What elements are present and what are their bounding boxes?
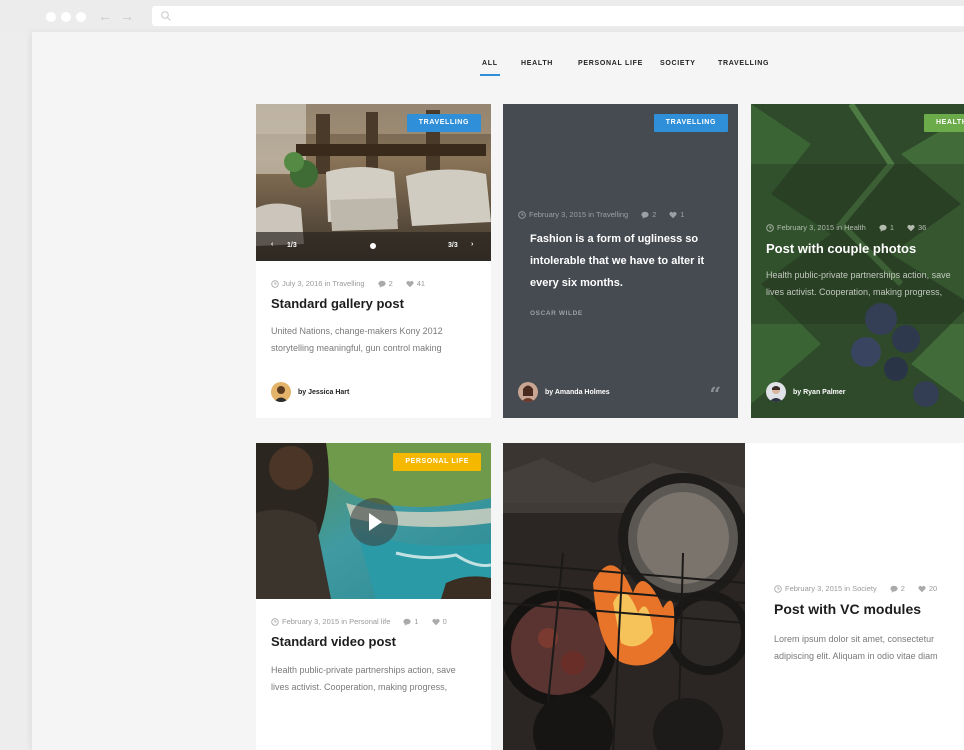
slider-counter-right: 3/3 bbox=[448, 242, 458, 249]
like-count[interactable]: 0 bbox=[443, 617, 447, 626]
post-title[interactable]: Post with VC modules bbox=[774, 601, 921, 617]
post-title[interactable]: Standard video post bbox=[271, 634, 396, 649]
post-meta: July 3, 2016 in Travelling 2 41 bbox=[271, 279, 425, 288]
browser-toolbar: ← → bbox=[0, 0, 964, 32]
post-background-image bbox=[751, 104, 964, 418]
post-meta: February 3, 2015 in Health 1 36 bbox=[766, 223, 926, 232]
gallery-post-card[interactable]: Travelling ‹ 1/3 3/3 › July 3, 2016 in T… bbox=[256, 104, 491, 418]
author-name: by Amanda Holmes bbox=[545, 388, 610, 396]
post-title[interactable]: Post with couple photos bbox=[766, 241, 916, 256]
comment-icon bbox=[403, 618, 412, 626]
video-post-card[interactable]: Personal life February 3, 2015 in Person… bbox=[256, 443, 491, 750]
post-date[interactable]: July 3, 2016 in Travelling bbox=[282, 279, 365, 288]
slider-prev-icon[interactable]: ‹ bbox=[271, 241, 273, 248]
play-icon[interactable] bbox=[350, 498, 398, 546]
slider-counter-left: 1/3 bbox=[287, 242, 297, 249]
quote-post-card[interactable]: Travelling February 3, 2015 in Travellin… bbox=[503, 104, 738, 418]
category-tag[interactable]: Travelling bbox=[653, 114, 728, 132]
avatar[interactable] bbox=[271, 382, 291, 402]
comment-count[interactable]: 2 bbox=[389, 279, 393, 288]
filter-personal-life[interactable]: Personal life bbox=[578, 60, 643, 67]
window-minimize-dot[interactable] bbox=[61, 12, 71, 22]
comment-count[interactable]: 1 bbox=[890, 223, 894, 232]
clock-icon bbox=[766, 223, 774, 232]
like-count[interactable]: 20 bbox=[929, 584, 937, 593]
category-filter-bar: All Health Personal life Society Travell… bbox=[32, 60, 964, 80]
category-tag[interactable]: Health bbox=[924, 114, 964, 132]
post-author[interactable]: by Amanda Holmes bbox=[518, 382, 610, 402]
avatar[interactable] bbox=[518, 382, 538, 402]
filter-all[interactable]: All bbox=[480, 60, 500, 76]
post-excerpt: Health public-private partnerships actio… bbox=[766, 270, 951, 297]
post-meta: February 3, 2015 in Society 2 20 bbox=[774, 584, 937, 593]
blog-page: All Health Personal life Society Travell… bbox=[32, 32, 964, 750]
gallery-slider-image[interactable]: Travelling ‹ 1/3 3/3 › bbox=[256, 104, 491, 261]
filter-health[interactable]: Health bbox=[521, 60, 553, 67]
clock-icon bbox=[518, 210, 526, 219]
slider-next-icon[interactable]: › bbox=[471, 241, 473, 248]
comment-count[interactable]: 2 bbox=[652, 210, 656, 219]
post-meta: February 3, 2015 in Personal life 1 0 bbox=[271, 617, 447, 626]
slider-dot[interactable] bbox=[370, 243, 376, 249]
avatar[interactable] bbox=[766, 382, 786, 402]
comment-count[interactable]: 2 bbox=[901, 584, 905, 593]
post-date[interactable]: February 3, 2015 in Travelling bbox=[529, 210, 628, 219]
vc-modules-post-card[interactable]: February 3, 2015 in Society 2 20 Post wi… bbox=[503, 443, 964, 750]
post-title[interactable]: Standard gallery post bbox=[271, 296, 404, 311]
post-date[interactable]: February 3, 2015 in Society bbox=[785, 584, 877, 593]
comment-count[interactable]: 1 bbox=[414, 617, 418, 626]
like-count[interactable]: 36 bbox=[918, 223, 926, 232]
clock-icon bbox=[774, 584, 782, 593]
comment-icon bbox=[879, 224, 887, 232]
filter-society[interactable]: Society bbox=[660, 60, 696, 67]
heart-icon bbox=[907, 224, 915, 231]
post-excerpt: Lorem ipsum dolor sit amet, consectetur … bbox=[774, 634, 938, 661]
comment-icon bbox=[641, 211, 649, 219]
address-bar[interactable] bbox=[152, 6, 964, 26]
comment-icon bbox=[890, 585, 898, 593]
post-author[interactable]: by Ryan Palmer bbox=[766, 382, 846, 402]
post-meta: February 3, 2015 in Travelling 2 1 bbox=[518, 210, 685, 219]
author-name: by Ryan Palmer bbox=[793, 388, 846, 396]
filter-travelling[interactable]: Travelling bbox=[718, 60, 769, 67]
post-excerpt: United Nations, change-makers Kony 2012 … bbox=[271, 326, 443, 353]
comment-icon bbox=[377, 280, 386, 288]
video-thumbnail[interactable]: Personal life bbox=[256, 443, 491, 599]
author-name: by Jessica Hart bbox=[298, 388, 350, 396]
quote-icon: “ bbox=[709, 382, 721, 406]
search-icon bbox=[161, 11, 171, 21]
back-arrow-icon[interactable]: ← bbox=[98, 8, 112, 24]
heart-icon bbox=[431, 618, 440, 625]
quote-author: Oscar Wilde bbox=[530, 310, 583, 317]
heart-icon bbox=[406, 280, 414, 287]
clock-icon bbox=[271, 617, 279, 626]
window-controls bbox=[46, 12, 86, 22]
post-date[interactable]: February 3, 2015 in Health bbox=[777, 223, 866, 232]
like-count[interactable]: 41 bbox=[417, 279, 425, 288]
window-close-dot[interactable] bbox=[46, 12, 56, 22]
heart-icon bbox=[669, 211, 678, 218]
browser-navigation: ← → bbox=[98, 8, 134, 24]
campfire-image[interactable] bbox=[503, 443, 745, 750]
like-count[interactable]: 1 bbox=[680, 210, 684, 219]
forward-arrow-icon[interactable]: → bbox=[120, 8, 134, 24]
quote-text[interactable]: Fashion is a form of ugliness so intoler… bbox=[530, 228, 726, 294]
post-author[interactable]: by Jessica Hart bbox=[271, 382, 349, 402]
post-excerpt: Health public-private partnerships actio… bbox=[271, 665, 456, 692]
heart-icon bbox=[918, 585, 926, 592]
post-date[interactable]: February 3, 2015 in Personal life bbox=[282, 617, 390, 626]
category-tag[interactable]: Travelling bbox=[406, 114, 481, 132]
window-maximize-dot[interactable] bbox=[76, 12, 86, 22]
couple-photos-post-card[interactable]: Health February 3, 2015 in Health 1 36 P… bbox=[751, 104, 964, 418]
category-tag[interactable]: Personal life bbox=[393, 453, 481, 471]
clock-icon bbox=[271, 279, 279, 288]
